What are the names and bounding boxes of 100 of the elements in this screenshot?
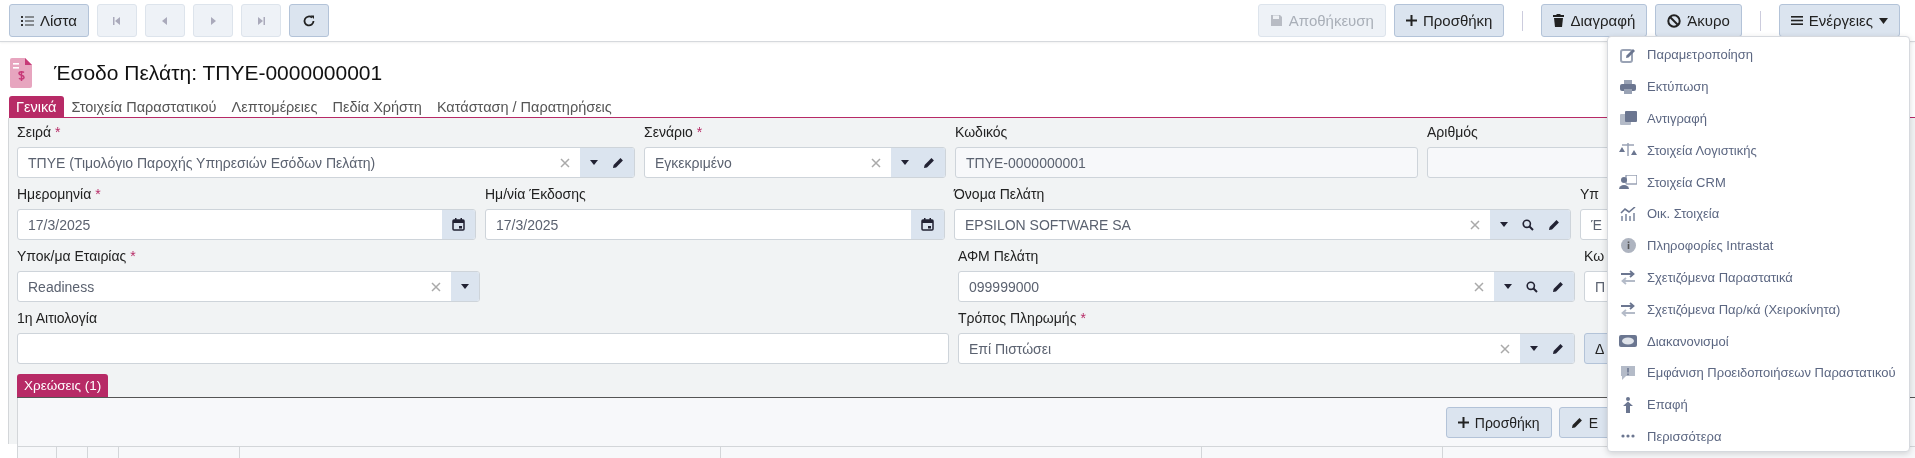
dropdown-caret-icon[interactable] [901, 160, 909, 165]
field-label: Ημ/νία Έκδοσης [485, 186, 586, 202]
dropdown-caret-icon[interactable] [1504, 284, 1512, 289]
calendar-icon[interactable] [452, 218, 465, 231]
menu-item[interactable]: Αντιγραφή [1608, 102, 1909, 135]
pencil-icon[interactable] [923, 156, 935, 169]
list-icon [21, 14, 34, 27]
delete-button[interactable]: Διαγραφή [1541, 4, 1648, 37]
add-button[interactable]: Προσθήκη [1445, 407, 1552, 438]
copy-icon [1619, 111, 1637, 126]
tab[interactable]: Γενικά [9, 96, 65, 117]
field-value: Π [1595, 278, 1606, 295]
field-label: Σενάριο [644, 124, 693, 140]
warning-icon [1620, 364, 1636, 381]
field-value: 17/3/2025 [28, 216, 91, 233]
dropdown-caret-icon[interactable] [590, 160, 598, 165]
field-label: ΑΦΜ Πελάτη [958, 248, 1039, 264]
menu-item[interactable]: Στοιχεία Λογιστικής [1608, 134, 1909, 167]
banknote-icon [1619, 335, 1637, 348]
list-button[interactable]: Λίστα [9, 4, 89, 37]
edit-icon [1620, 46, 1636, 63]
menu-item[interactable]: Εκτύπωση [1608, 70, 1909, 103]
page-title: Έσοδο Πελάτη: ΤΠΥΕ-0000000001 [54, 61, 383, 85]
printer-icon [1620, 79, 1636, 94]
menu-item[interactable]: Στοιχεία CRM [1608, 166, 1909, 198]
menu-item[interactable]: Σχετιζόμενα Παραστατικά [1608, 261, 1909, 294]
dropdown-field[interactable]: 099999000 [958, 271, 1575, 302]
first-page-icon [112, 15, 122, 26]
required-mark: * [55, 124, 61, 140]
dropdown-field[interactable]: Επί Πιστώσει [958, 333, 1575, 364]
arrows-icon [1620, 301, 1636, 317]
menu-item[interactable]: Οικ. Στοιχεία [1608, 198, 1909, 230]
menu-item[interactable]: Εμφάνιση Προειδοποιήσεων Παραστατικού [1608, 356, 1909, 389]
field-value: Εγκεκριμένο [655, 154, 732, 171]
person-icon [1622, 396, 1634, 413]
calendar-icon[interactable] [921, 218, 934, 231]
caret-icon [1879, 17, 1888, 24]
field-value: Readiness [28, 278, 95, 295]
scales-icon [1619, 143, 1637, 158]
input-field[interactable] [17, 333, 949, 364]
pencil-icon[interactable] [1552, 280, 1564, 293]
field-label: Αριθμός [1427, 124, 1478, 140]
pencil-icon[interactable] [1552, 342, 1564, 355]
date-field[interactable]: 17/3/2025 [485, 209, 945, 240]
cancel-button[interactable]: Άκυρο [1655, 4, 1742, 37]
field-value: Έ [1591, 216, 1602, 233]
tab[interactable]: Πεδία Χρήστη [325, 96, 430, 117]
pencil-icon [1570, 416, 1583, 429]
add-button[interactable]: Προσθήκη [1393, 4, 1505, 37]
tab[interactable]: Χρεώσεις (1) [17, 374, 109, 397]
menu-icon [1790, 15, 1803, 26]
dropdown-caret-icon[interactable] [461, 284, 469, 289]
dropdown-caret-icon[interactable] [1530, 346, 1538, 351]
field-label: Σειρά [17, 124, 52, 140]
menu-item[interactable]: Επαφή [1608, 388, 1909, 421]
required-mark: * [696, 124, 703, 140]
field-value: 099999000 [969, 278, 1040, 295]
menu-item[interactable]: Διακανονισμοί [1608, 325, 1909, 357]
required-mark: * [130, 248, 136, 264]
search-icon[interactable] [1526, 280, 1538, 293]
menu-item[interactable]: Σχετιζόμενα Παρ/κά (Χειροκίνητα) [1608, 293, 1909, 326]
tab[interactable]: Κατάσταση / Παρατηρήσεις [429, 96, 620, 117]
refresh-button[interactable] [289, 4, 329, 37]
field-label: Ημερομηνία [17, 186, 92, 202]
more-icon [1621, 434, 1635, 439]
field-value: Επί Πιστώσει [969, 340, 1052, 357]
tab[interactable]: Στοιχεία Παραστατικού [64, 96, 225, 117]
dropdown-field[interactable]: Readiness [17, 271, 480, 302]
required-mark: * [1080, 310, 1086, 326]
chart-icon [1620, 206, 1636, 221]
dropdown-caret-icon[interactable] [1500, 222, 1508, 227]
invoice-icon [10, 58, 32, 88]
edit-button[interactable]: Ε [1558, 407, 1610, 438]
previous-icon [161, 15, 169, 26]
plus-icon [1405, 15, 1417, 26]
next-icon [209, 15, 217, 26]
menu-item[interactable]: Περισσότερα [1608, 420, 1909, 453]
dropdown-field[interactable]: Εγκεκριμένο [644, 147, 946, 178]
dropdown-field[interactable]: EPSILON SOFTWARE SA [954, 209, 1571, 240]
field-value: 17/3/2025 [496, 216, 559, 233]
required-mark: * [95, 186, 101, 202]
dropdown-field[interactable]: ΤΠΥΕ (Τιμολόγιο Παροχής Υπηρεσιών Εσόδων Πελάτη) [17, 147, 635, 178]
actions-button[interactable]: Ενέργειες [1778, 4, 1900, 37]
ban-icon [1667, 13, 1682, 28]
field-label: Υποκ/μα Εταιρίας [17, 248, 127, 264]
last-page-icon [256, 15, 266, 26]
menu-item[interactable]: Παραμετροποίηση [1608, 39, 1909, 71]
field-label: Κω [1584, 248, 1605, 264]
pencil-icon[interactable] [612, 156, 624, 169]
field-label: Τρόπος Πληρωμής [958, 310, 1077, 326]
tab[interactable]: Λεπτομέρειες [224, 96, 326, 117]
pencil-icon[interactable] [1548, 218, 1560, 231]
arrows-icon [1620, 269, 1636, 285]
field-label: Κωδικός [955, 124, 1008, 140]
field-label: Όνομα Πελάτη [954, 186, 1045, 202]
field-value: EPSILON SOFTWARE SA [965, 216, 1131, 233]
search-icon[interactable] [1522, 218, 1534, 231]
date-field[interactable]: 17/3/2025 [17, 209, 476, 240]
menu-item[interactable]: Πληροφορίες Intrastat [1608, 229, 1909, 262]
field-label: Υπ [1580, 186, 1599, 202]
